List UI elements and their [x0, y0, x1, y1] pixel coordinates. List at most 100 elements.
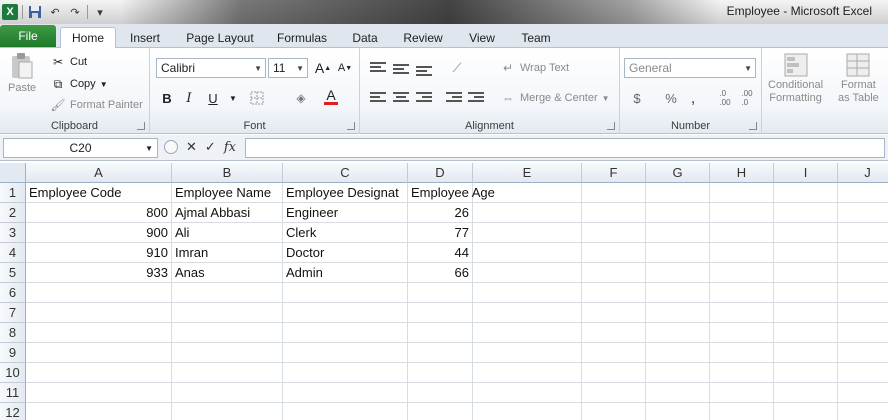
row-header-12[interactable]: 12	[0, 403, 26, 420]
cell-d10[interactable]	[408, 363, 473, 383]
tab-view[interactable]: View	[460, 27, 504, 48]
increase-indent-icon[interactable]	[468, 92, 484, 104]
increase-decimal-button[interactable]: .0.00	[714, 88, 736, 108]
copy-button[interactable]: ⧉ Copy ▼	[50, 76, 108, 92]
name-box[interactable]: C20 ▼	[3, 138, 158, 158]
cell-h11[interactable]	[710, 383, 774, 403]
cell-e1[interactable]	[473, 183, 582, 203]
cell-b8[interactable]	[172, 323, 283, 343]
cell-i11[interactable]	[774, 383, 838, 403]
cell-f11[interactable]	[582, 383, 646, 403]
tab-page-layout[interactable]: Page Layout	[180, 27, 260, 48]
cell-b11[interactable]	[172, 383, 283, 403]
cell-a4[interactable]: 910	[26, 243, 172, 263]
cell-j10[interactable]	[838, 363, 888, 383]
cell-j9[interactable]	[838, 343, 888, 363]
cell-a10[interactable]	[26, 363, 172, 383]
cell-h7[interactable]	[710, 303, 774, 323]
cell-c6[interactable]	[283, 283, 408, 303]
redo-icon[interactable]: ↷	[67, 4, 83, 20]
cell-g3[interactable]	[646, 223, 710, 243]
column-header-e[interactable]: E	[473, 163, 582, 183]
align-left-icon[interactable]	[370, 92, 386, 104]
cell-j4[interactable]	[838, 243, 888, 263]
cell-g8[interactable]	[646, 323, 710, 343]
cell-j2[interactable]	[838, 203, 888, 223]
cell-e11[interactable]	[473, 383, 582, 403]
cell-h6[interactable]	[710, 283, 774, 303]
cell-c11[interactable]	[283, 383, 408, 403]
tab-home[interactable]: Home	[60, 27, 116, 48]
cell-b6[interactable]	[172, 283, 283, 303]
cell-i2[interactable]	[774, 203, 838, 223]
borders-button[interactable]	[246, 88, 268, 108]
alignment-launcher-icon[interactable]	[607, 122, 615, 130]
cell-f9[interactable]	[582, 343, 646, 363]
cancel-icon[interactable]: ✕	[186, 139, 197, 155]
cell-c12[interactable]	[283, 403, 408, 420]
cell-g6[interactable]	[646, 283, 710, 303]
row-header-10[interactable]: 10	[0, 363, 26, 383]
cell-a12[interactable]	[26, 403, 172, 420]
cell-e8[interactable]	[473, 323, 582, 343]
format-painter-button[interactable]: 🖌 Format Painter	[50, 97, 142, 113]
italic-button[interactable]: I	[178, 88, 200, 108]
cell-b7[interactable]	[172, 303, 283, 323]
save-icon[interactable]	[27, 4, 43, 20]
tab-review[interactable]: Review	[398, 27, 448, 48]
cell-g10[interactable]	[646, 363, 710, 383]
cell-d7[interactable]	[408, 303, 473, 323]
cell-e6[interactable]	[473, 283, 582, 303]
cell-d6[interactable]	[408, 283, 473, 303]
cell-f2[interactable]	[582, 203, 646, 223]
cell-d5[interactable]: 66	[408, 263, 473, 283]
cell-f8[interactable]	[582, 323, 646, 343]
cell-f3[interactable]	[582, 223, 646, 243]
cell-j1[interactable]	[838, 183, 888, 203]
underline-dropdown-icon[interactable]: ▼	[222, 88, 244, 108]
cell-c5[interactable]: Admin	[283, 263, 408, 283]
column-header-c[interactable]: C	[283, 163, 408, 183]
cell-h3[interactable]	[710, 223, 774, 243]
row-header-3[interactable]: 3	[0, 223, 26, 243]
percent-button[interactable]: %	[660, 88, 682, 108]
cell-i3[interactable]	[774, 223, 838, 243]
cell-c3[interactable]: Clerk	[283, 223, 408, 243]
decrease-decimal-button[interactable]: .00.0	[736, 88, 758, 108]
cell-c8[interactable]	[283, 323, 408, 343]
number-launcher-icon[interactable]	[749, 122, 757, 130]
column-header-b[interactable]: B	[172, 163, 283, 183]
cell-e3[interactable]	[473, 223, 582, 243]
cell-e2[interactable]	[473, 203, 582, 223]
cell-h5[interactable]	[710, 263, 774, 283]
cell-d8[interactable]	[408, 323, 473, 343]
cell-g4[interactable]	[646, 243, 710, 263]
align-top-icon[interactable]	[370, 62, 386, 74]
cell-b4[interactable]: Imran	[172, 243, 283, 263]
tab-data[interactable]: Data	[344, 27, 386, 48]
formula-bar-expand-icon[interactable]	[164, 140, 178, 154]
cell-b9[interactable]	[172, 343, 283, 363]
cell-c10[interactable]	[283, 363, 408, 383]
cell-i6[interactable]	[774, 283, 838, 303]
orientation-icon[interactable]: ⟋	[446, 58, 468, 78]
cell-f6[interactable]	[582, 283, 646, 303]
cell-h4[interactable]	[710, 243, 774, 263]
merge-center-button[interactable]: ⇔ Merge & Center ▼	[500, 90, 610, 106]
grow-font-button[interactable]: A ▲	[312, 58, 334, 78]
cell-a2[interactable]: 800	[26, 203, 172, 223]
cell-b10[interactable]	[172, 363, 283, 383]
column-header-f[interactable]: F	[582, 163, 646, 183]
cell-b1[interactable]: Employee Name	[172, 183, 283, 203]
cell-a9[interactable]	[26, 343, 172, 363]
cell-b5[interactable]: Anas	[172, 263, 283, 283]
tab-formulas[interactable]: Formulas	[272, 27, 332, 48]
clipboard-launcher-icon[interactable]	[137, 122, 145, 130]
cell-c9[interactable]	[283, 343, 408, 363]
cut-button[interactable]: ✂ Cut	[50, 54, 87, 70]
cell-a5[interactable]: 933	[26, 263, 172, 283]
cell-b2[interactable]: Ajmal Abbasi	[172, 203, 283, 223]
underline-button[interactable]: U	[202, 88, 224, 108]
row-header-9[interactable]: 9	[0, 343, 26, 363]
cell-d1[interactable]: Employee Age	[408, 183, 495, 203]
